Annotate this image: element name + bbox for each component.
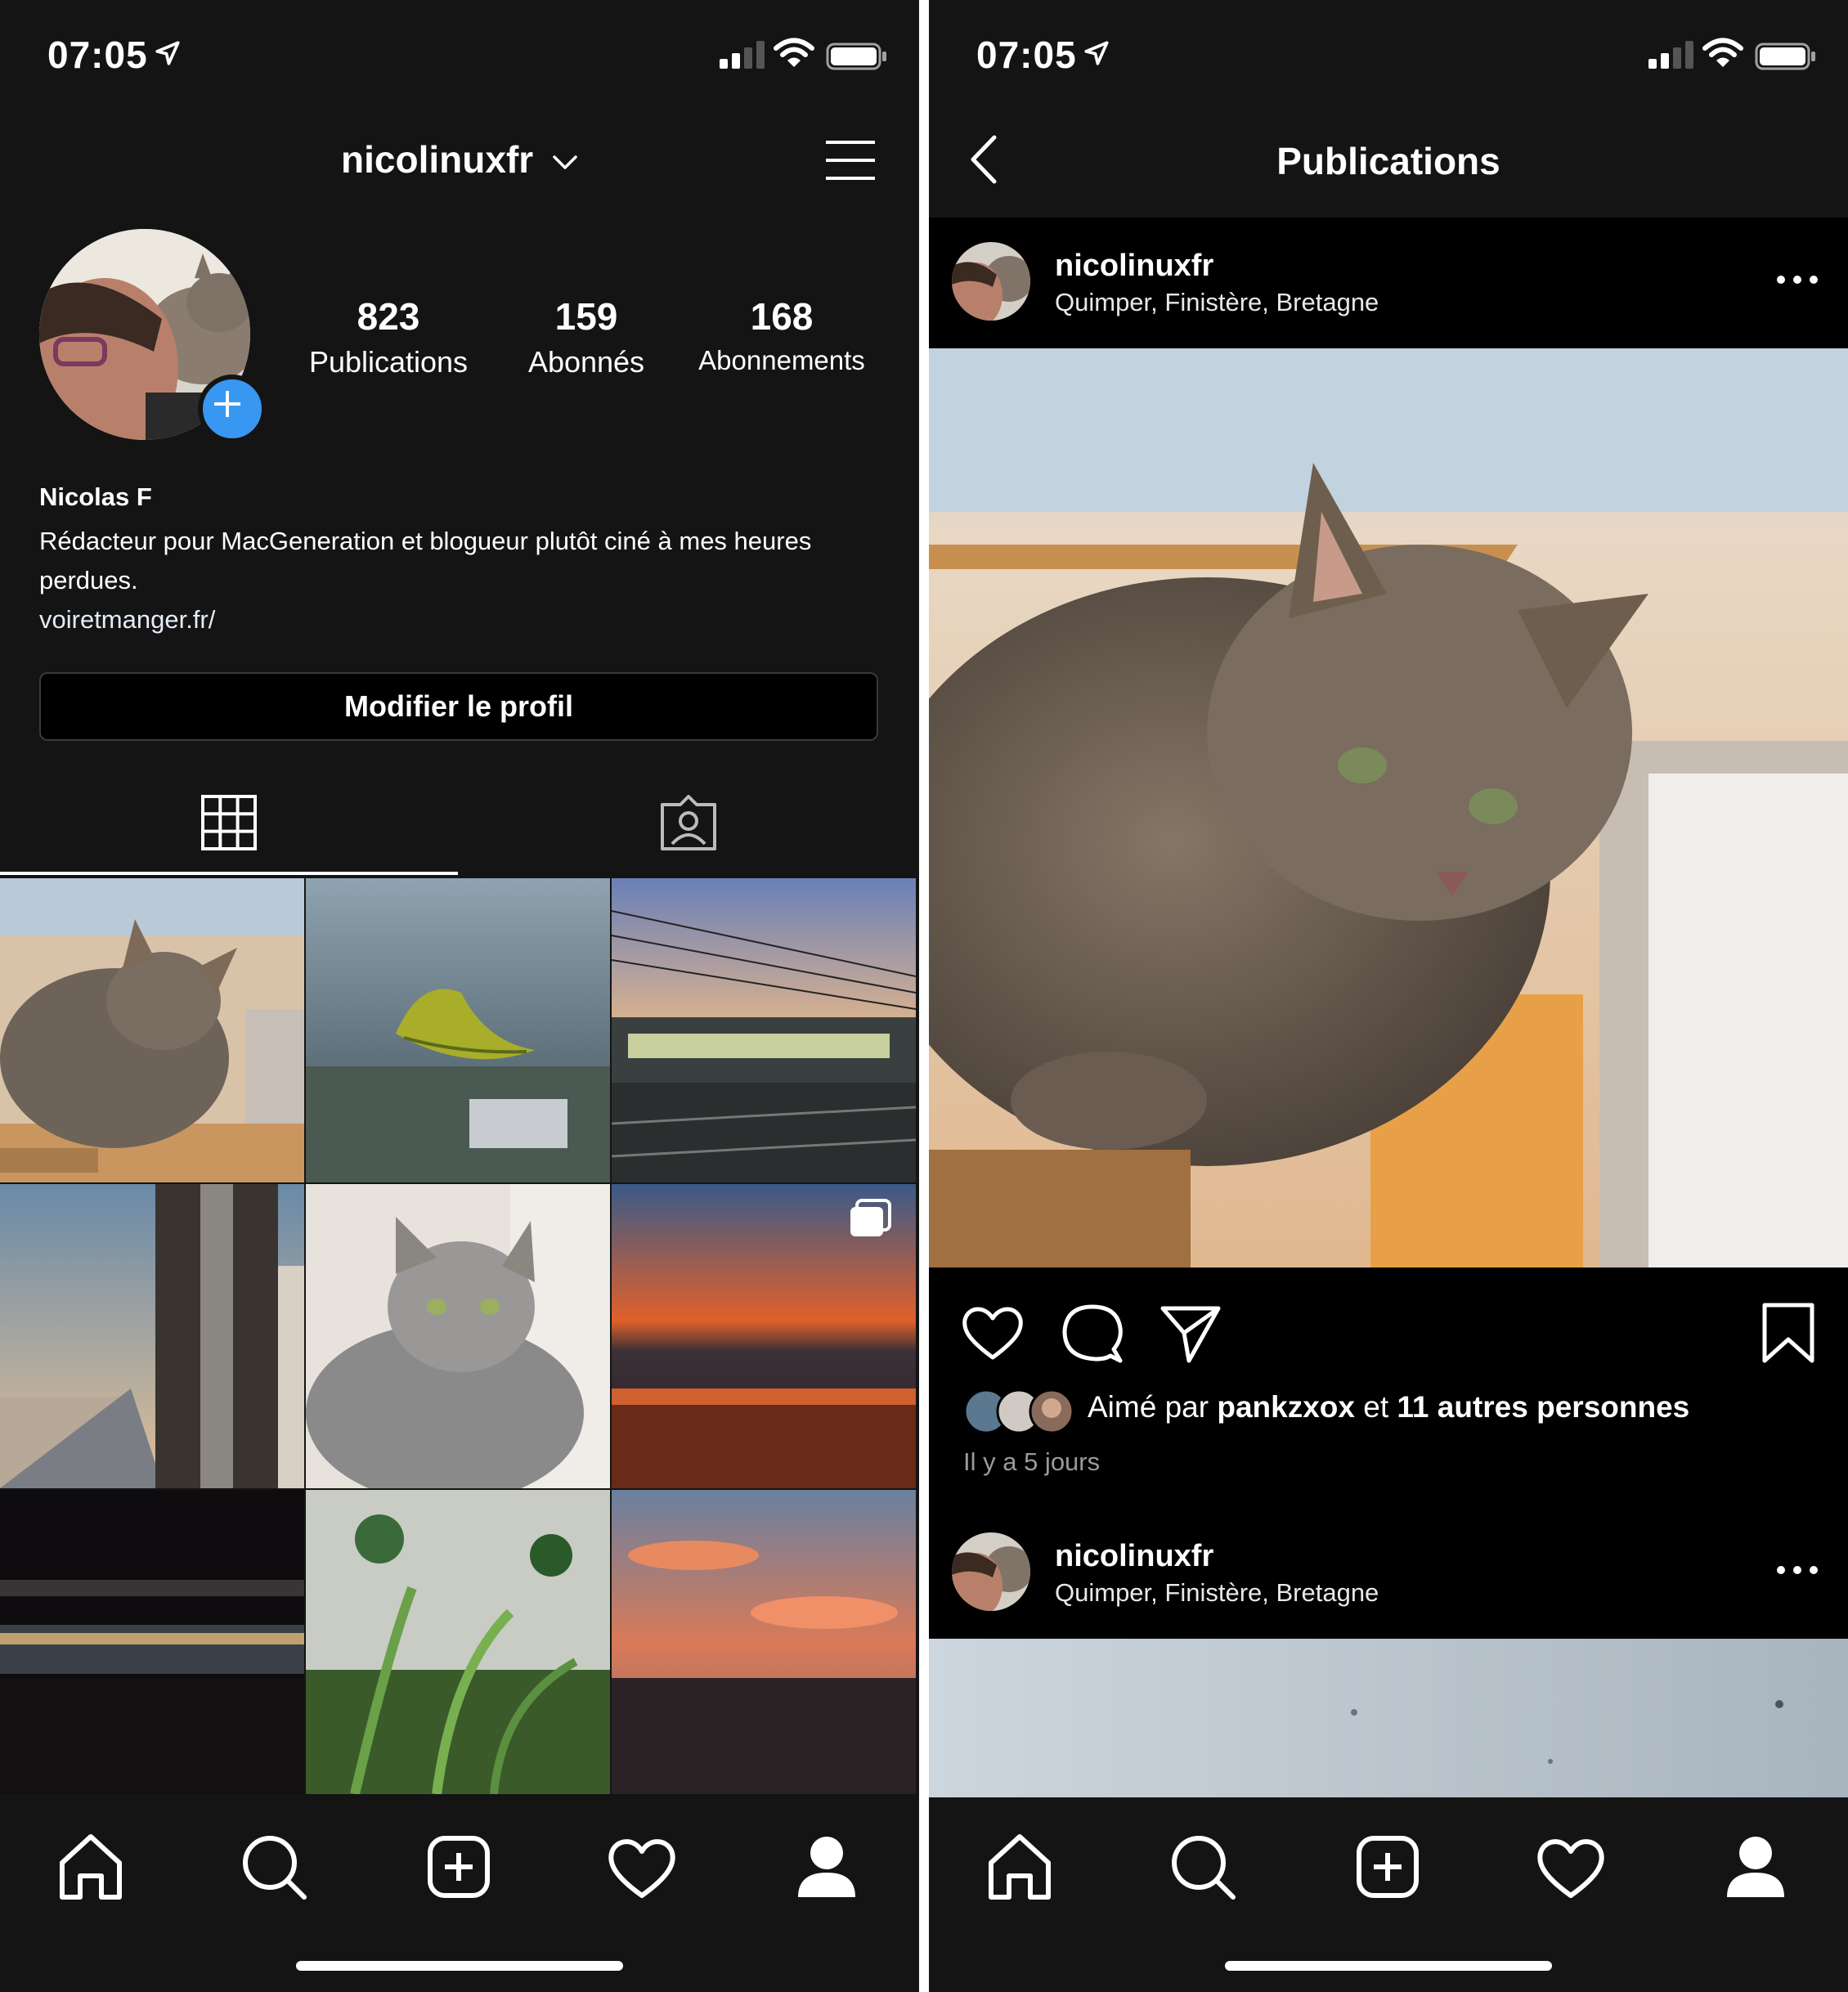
grid-photo-clouds-city[interactable]	[612, 1490, 916, 1794]
battery-icon	[826, 43, 886, 70]
stat-value: 159	[554, 295, 618, 338]
nav-home[interactable]	[46, 1822, 136, 1912]
liked-user[interactable]: pankzxox	[1217, 1390, 1355, 1424]
comment-icon[interactable]	[1060, 1300, 1125, 1366]
battery-icon	[1755, 43, 1815, 70]
post-header: nicolinuxfr Quimper, Finistère, Bretagne	[929, 218, 1848, 348]
add-icon	[428, 1836, 490, 1898]
post-location[interactable]: Quimper, Finistère, Bretagne	[1055, 1578, 1379, 1608]
liker-avatars[interactable]	[963, 1389, 1078, 1438]
chevron-down-icon	[553, 155, 577, 169]
grid-photo-train-station[interactable]	[612, 878, 916, 1182]
tab-grid[interactable]	[0, 769, 458, 875]
nav-profile[interactable]	[782, 1822, 872, 1912]
grid-photo-sunset-roof[interactable]	[612, 1184, 916, 1488]
heart-icon[interactable]	[960, 1300, 1025, 1366]
profile-name: Nicolas F	[39, 482, 152, 511]
more-icon[interactable]	[1774, 1562, 1820, 1578]
signal-icon	[720, 41, 765, 69]
nav-home[interactable]	[975, 1822, 1065, 1912]
page-title: Publications	[1276, 140, 1500, 182]
post-photo[interactable]	[929, 1639, 1848, 1797]
stat-value: 168	[750, 295, 814, 338]
nav-search[interactable]	[1158, 1822, 1248, 1912]
search-icon	[1172, 1836, 1236, 1900]
profile-link[interactable]: voiretmanger.fr/	[39, 605, 215, 635]
more-icon[interactable]	[1774, 271, 1820, 288]
grid-photo-cat-window[interactable]	[0, 878, 304, 1182]
post-timestamp: Il y a 5 jours	[963, 1447, 1101, 1476]
liked-prefix: Aimé par	[1088, 1390, 1209, 1424]
grid-icon	[201, 795, 257, 850]
stat-label: Abonnés	[527, 345, 645, 379]
profile-screen: 07:05 nicolinuxfr 823 Publications 159 A…	[0, 0, 919, 1992]
grid-photo-tabby-cat[interactable]	[306, 1184, 610, 1488]
nav-profile[interactable]	[1711, 1822, 1801, 1912]
nav-add[interactable]	[1343, 1822, 1433, 1912]
profile-username-switcher[interactable]: nicolinuxfr	[0, 137, 919, 182]
grid-photo-night-window[interactable]	[0, 1490, 304, 1794]
edit-profile-button[interactable]: Modifier le profil	[39, 672, 878, 741]
grid-photo-plants[interactable]	[306, 1490, 610, 1794]
search-icon	[243, 1836, 307, 1900]
stat-value: 823	[357, 295, 420, 338]
grid-photo-chimney[interactable]	[0, 1184, 304, 1488]
home-indicator[interactable]	[296, 1961, 623, 1971]
tab-active-indicator	[0, 872, 458, 875]
stat-following[interactable]: 168 Abonnements	[687, 294, 877, 376]
stat-publications[interactable]: 823 Publications	[294, 294, 482, 379]
stat-followers[interactable]: 159 Abonnés	[509, 294, 664, 379]
status-time: 07:05	[976, 34, 1077, 76]
post-username[interactable]: nicolinuxfr	[1055, 1539, 1213, 1574]
nav-activity[interactable]	[597, 1822, 687, 1912]
post-avatar[interactable]	[952, 242, 1030, 321]
profile-username: nicolinuxfr	[341, 138, 534, 181]
home-indicator[interactable]	[1225, 1961, 1552, 1971]
post-avatar[interactable]	[952, 1532, 1030, 1611]
profile-icon	[798, 1837, 855, 1897]
stat-label: Publications	[308, 345, 469, 379]
posts-screen: 07:05 Publications nicolinuxfr Quimper, …	[929, 0, 1848, 1992]
post-username[interactable]: nicolinuxfr	[1055, 249, 1213, 284]
status-bar: 07:05	[0, 0, 919, 98]
location-arrow-icon	[1084, 41, 1109, 65]
nav-add[interactable]	[414, 1822, 504, 1912]
heart-icon	[608, 1839, 675, 1898]
tagged-icon	[661, 795, 716, 850]
post-location[interactable]: Quimper, Finistère, Bretagne	[1055, 288, 1379, 317]
add-icon	[1357, 1836, 1419, 1898]
nav-activity[interactable]	[1526, 1822, 1616, 1912]
post-header: nicolinuxfr Quimper, Finistère, Bretagne	[929, 1508, 1848, 1639]
wifi-icon	[1702, 38, 1743, 67]
home-icon	[989, 1834, 1051, 1900]
post-photo[interactable]	[929, 348, 1848, 1267]
profile-bio: Rédacteur pour MacGeneration et blogueur…	[39, 527, 812, 594]
home-icon	[60, 1834, 122, 1900]
screen-divider	[919, 0, 929, 1992]
liked-mid: et	[1363, 1390, 1389, 1424]
nav-search[interactable]	[229, 1822, 319, 1912]
share-icon[interactable]	[1158, 1300, 1223, 1366]
add-story-button[interactable]	[198, 375, 267, 443]
status-time: 07:05	[47, 34, 148, 76]
grid-photo-leaf-rain[interactable]	[306, 878, 610, 1182]
wifi-icon	[774, 38, 814, 67]
bookmark-icon[interactable]	[1760, 1300, 1817, 1366]
heart-icon	[1537, 1839, 1604, 1898]
status-bar: 07:05	[929, 0, 1848, 98]
location-arrow-icon	[155, 41, 180, 65]
profile-icon	[1727, 1837, 1784, 1897]
signal-icon	[1648, 41, 1693, 69]
liked-others[interactable]: 11 autres personnes	[1397, 1390, 1689, 1424]
menu-icon[interactable]	[824, 137, 877, 183]
plus-icon	[214, 391, 240, 417]
stat-label: Abonnements	[698, 345, 865, 375]
photo-grid	[0, 878, 919, 1797]
tab-tagged[interactable]	[458, 769, 919, 875]
liked-by-text[interactable]: Aimé par pankzxox et 11 autres personnes	[1088, 1390, 1689, 1424]
